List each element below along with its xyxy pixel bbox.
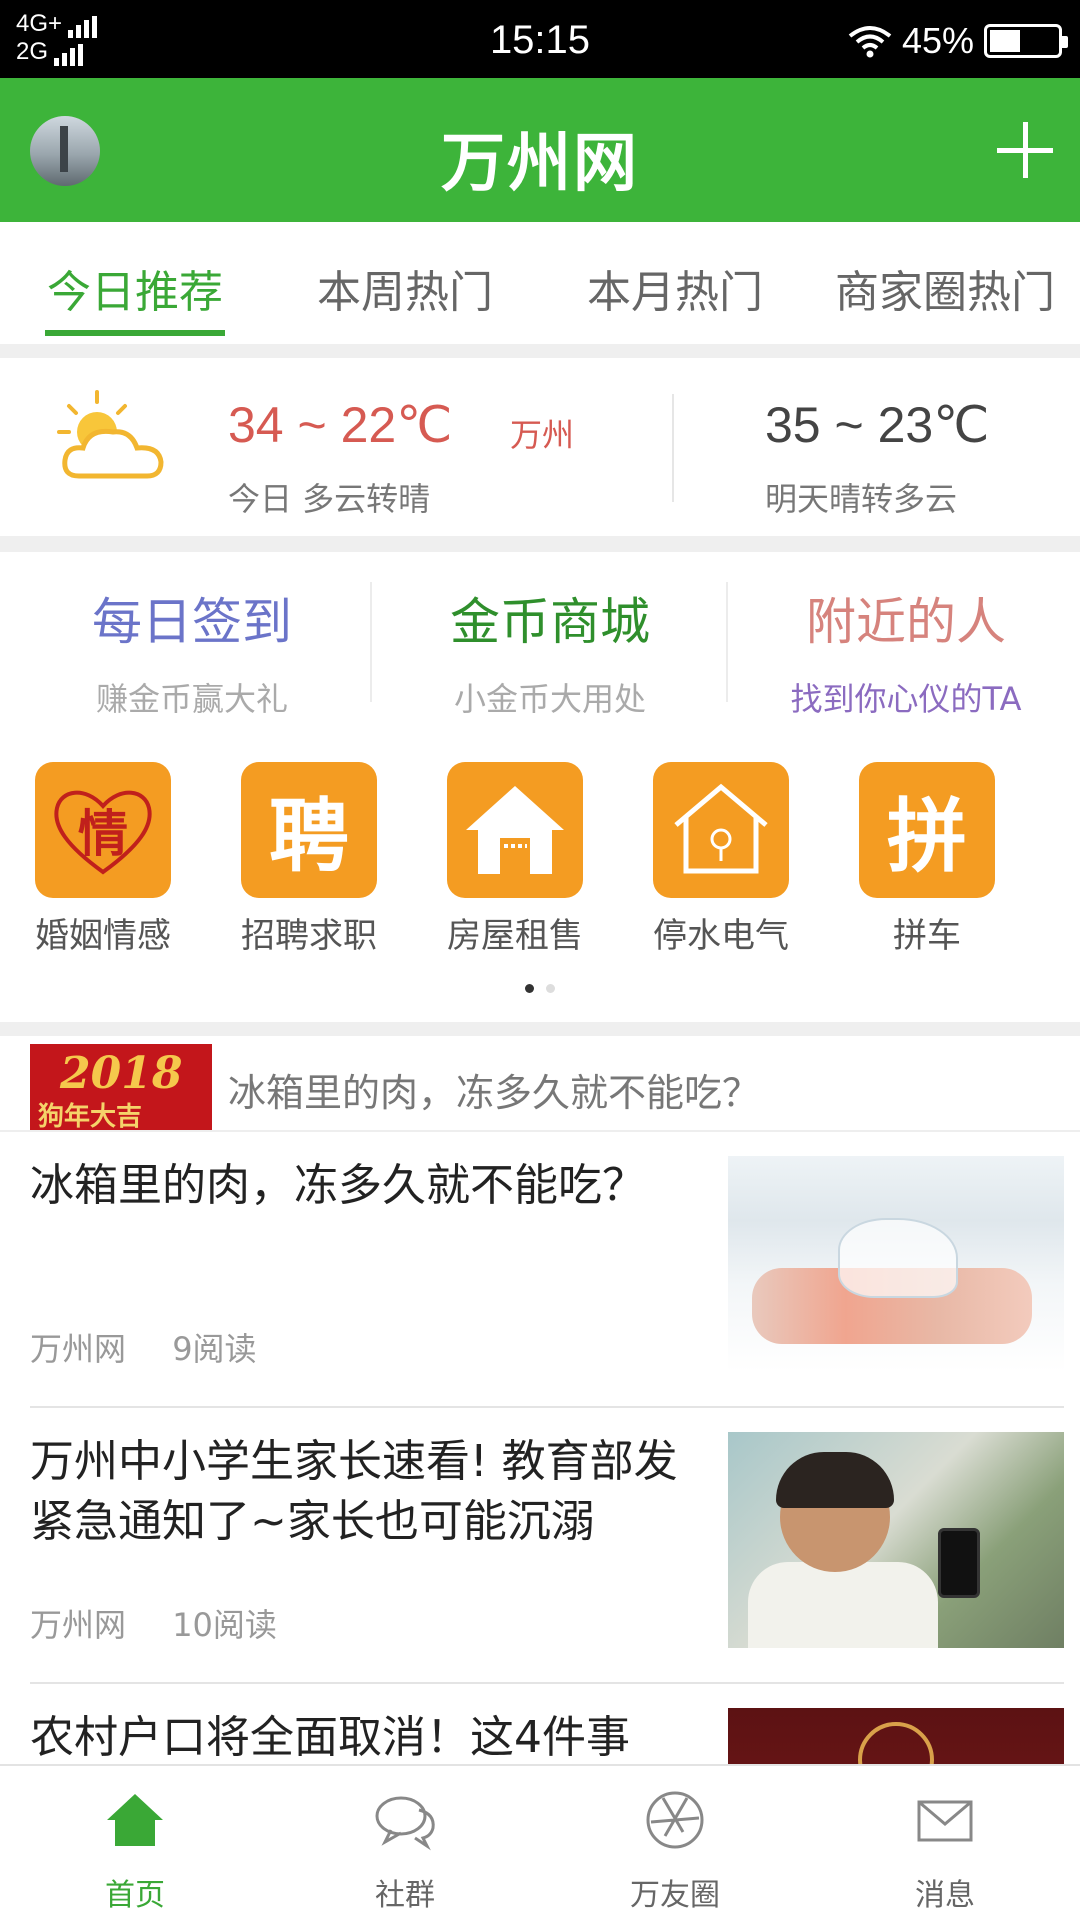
bottom-navigation: 首页 社群 万友圈 消息 [0, 1764, 1080, 1920]
aperture-icon [646, 1791, 704, 1849]
headline-banner[interactable]: 2018 狗年大吉 冰箱里的肉，冻多久就不能吃？ [0, 1036, 1080, 1132]
service-utility-outage[interactable]: 停水电气 [618, 762, 824, 957]
nav-community[interactable]: 社群 [270, 1766, 540, 1920]
quick-link-subtitle: 小金币大用处 [453, 680, 646, 718]
house-shape [466, 786, 564, 874]
tomorrow-temperature: 35 ~ 23℃ [765, 397, 990, 453]
tomorrow-weather-desc: 明天晴转多云 [765, 480, 958, 518]
carpool-icon: 拼 [859, 762, 995, 898]
job-icon: 聘 [241, 762, 377, 898]
article-item[interactable]: 万州中小学生家长速看! 教育部发紧急通知了~家长也可能沉溺 万州网 10阅读 [30, 1410, 1064, 1684]
status-right: 45% [848, 20, 1068, 62]
page-dot [546, 984, 555, 993]
article-title: 农村户口将全面取消！这4件事 [30, 1712, 630, 1763]
service-carpool[interactable]: 拼 拼车 [824, 762, 1030, 957]
service-label: 拼车 [893, 916, 961, 956]
page-dot-active [525, 984, 534, 993]
nearby-people-link[interactable]: 附近的人 找到你心仪的TA [726, 582, 1080, 720]
article-thumbnail [728, 1156, 1064, 1372]
service-glyph: 聘 [269, 790, 349, 883]
quick-link-title: 附近的人 [806, 593, 1006, 651]
nav-messages[interactable]: 消息 [810, 1766, 1080, 1920]
article-meta: 万州网 9阅读 [30, 1324, 293, 1370]
section-gap [0, 536, 1080, 552]
quick-link-title: 金币商城 [450, 593, 650, 651]
banner-image-caption: 狗年大吉 [38, 1102, 143, 1132]
nav-label: 首页 [105, 1878, 165, 1913]
nav-friends-circle[interactable]: 万友圈 [540, 1766, 810, 1920]
article-title: 万州中小学生家长速看! 教育部发紧急通知了~家长也可能沉溺 [30, 1436, 678, 1547]
coin-mall-link[interactable]: 金币商城 小金币大用处 [370, 582, 730, 720]
nav-label: 社群 [375, 1878, 435, 1913]
quick-entry-panel: 每日签到 赚金币赢大礼 金币商城 小金币大用处 附近的人 找到你心仪的TA 情 … [0, 552, 1080, 1022]
weather-city: 万州 [510, 416, 575, 454]
partly-cloudy-icon [57, 390, 164, 479]
battery-icon [984, 24, 1068, 58]
tab-week[interactable]: 本周热门 [270, 222, 540, 344]
nav-label: 消息 [915, 1878, 975, 1913]
home-icon [107, 1794, 163, 1846]
chat-icon [375, 1796, 435, 1851]
article-reads: 10阅读 [172, 1606, 277, 1644]
service-glyph: 拼 [887, 790, 967, 883]
service-housing[interactable]: 房屋租售 [412, 762, 618, 957]
daily-checkin-link[interactable]: 每日签到 赚金币赢大礼 [12, 582, 372, 720]
mail-icon [917, 1800, 973, 1842]
tab-month[interactable]: 本月热门 [540, 222, 810, 344]
service-icon-row: 情 婚姻情感 聘 招聘求职 房屋租售 停水电气 拼 拼车 [0, 762, 1080, 957]
category-tabs: 今日推荐 本周热门 本月热门 商家圈热门 [0, 222, 1080, 344]
quick-link-title: 每日签到 [92, 593, 292, 651]
weather-card[interactable]: 34 ~ 22℃ 万州 今日 多云转晴 35 ~ 23℃ 明天晴转多云 [0, 358, 1080, 536]
tab-merchant[interactable]: 商家圈热门 [810, 222, 1080, 344]
thumb-detail [838, 1218, 958, 1298]
weather-divider [672, 394, 674, 502]
service-label: 招聘求职 [241, 916, 377, 956]
house-icon [447, 762, 583, 898]
app-screen: 4G+ 2G 15:15 45% 万州网 今日推荐 本周热门 本月热门 商家圈热… [0, 0, 1080, 1920]
app-header: 万州网 [0, 78, 1080, 222]
nav-home[interactable]: 首页 [0, 1766, 270, 1920]
article-source: 万州网 [30, 1606, 127, 1644]
utility-icon [653, 762, 789, 898]
nav-label: 万友圈 [630, 1878, 720, 1913]
banner-image-year: 2018 [60, 1048, 183, 1099]
today-weather-desc: 今日 多云转晴 [228, 480, 431, 518]
article-source: 万州网 [30, 1330, 127, 1368]
service-label: 婚姻情感 [35, 916, 171, 956]
banner-image: 2018 狗年大吉 [30, 1044, 212, 1132]
wifi-icon [848, 26, 892, 58]
quick-link-subtitle: 赚金币赢大礼 [95, 680, 288, 718]
service-label: 房屋租售 [447, 916, 583, 956]
service-marriage[interactable]: 情 婚姻情感 [0, 762, 206, 957]
section-gap [0, 344, 1080, 358]
app-title: 万州网 [441, 127, 639, 201]
utility-house-outline [674, 783, 768, 874]
thumb-detail [938, 1528, 980, 1598]
thumb-detail [748, 1562, 938, 1648]
banner-headline: 冰箱里的肉，冻多久就不能吃？ [228, 1071, 761, 1115]
article-thumbnail [728, 1432, 1064, 1648]
service-label: 停水电气 [653, 916, 789, 956]
article-item[interactable]: 冰箱里的肉，冻多久就不能吃？ 万州网 9阅读 [30, 1134, 1064, 1408]
tab-today[interactable]: 今日推荐 [0, 222, 270, 344]
page-indicator [0, 984, 1080, 993]
battery-fill [990, 30, 1020, 52]
plus-icon[interactable] [990, 116, 1060, 186]
today-temperature: 34 ~ 22℃ [228, 397, 453, 453]
article-reads: 9阅读 [172, 1330, 257, 1368]
service-jobs[interactable]: 聘 招聘求职 [206, 762, 412, 957]
section-gap [0, 1022, 1080, 1036]
status-bar: 4G+ 2G 15:15 45% [0, 0, 1080, 78]
battery-percent: 45% [901, 20, 974, 61]
thumb-detail [776, 1452, 894, 1508]
article-meta: 万州网 10阅读 [30, 1600, 313, 1646]
quick-link-subtitle: 找到你心仪的TA [790, 680, 1022, 718]
service-glyph: 情 [78, 805, 128, 863]
article-title: 冰箱里的肉，冻多久就不能吃？ [30, 1160, 646, 1211]
heart-icon: 情 [35, 762, 171, 898]
